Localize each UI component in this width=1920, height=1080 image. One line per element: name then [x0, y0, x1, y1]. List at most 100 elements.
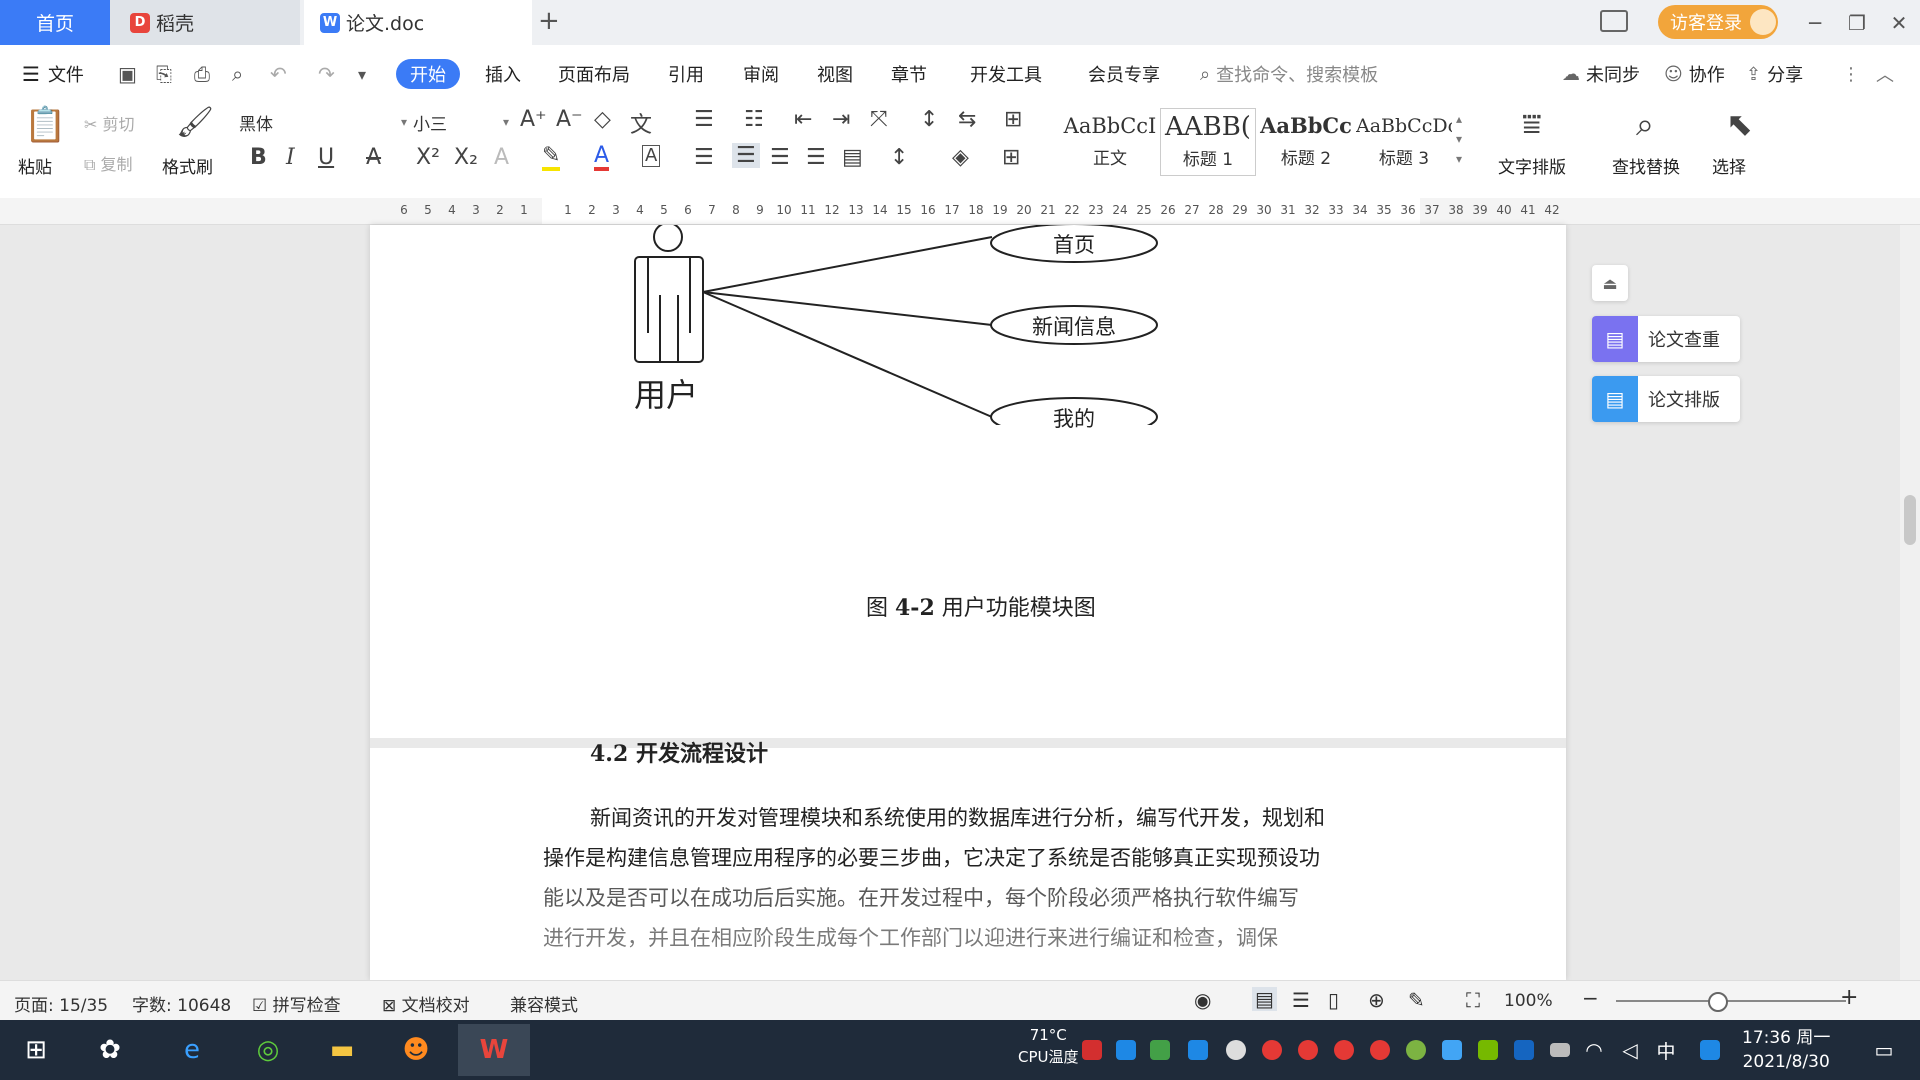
bullet-list-icon[interactable]: ☰ [694, 107, 714, 132]
scrollbar-thumb[interactable] [1904, 495, 1916, 545]
subscript-icon[interactable]: X₂ [454, 145, 478, 170]
web-view-icon[interactable]: ⊕ [1368, 988, 1385, 1012]
save-icon[interactable]: ▣ [118, 45, 137, 103]
word-count[interactable]: 字数: 10648 [132, 991, 231, 1016]
shading-icon[interactable]: ◈ [952, 145, 969, 170]
security-shield-icon[interactable] [1188, 1040, 1208, 1060]
zoom-slider[interactable] [1616, 1000, 1846, 1002]
select-cursor-icon[interactable]: ⬉ [1726, 105, 1753, 143]
shrink-font-icon[interactable]: A⁻ [556, 107, 583, 132]
print-preview-icon[interactable]: ⌕ [232, 45, 243, 103]
text-layout-button[interactable]: 文字排版 [1498, 153, 1566, 178]
game-app-icon[interactable]: ☻ [390, 1028, 442, 1072]
underline-icon[interactable]: U [318, 145, 334, 170]
style-heading-2[interactable]: AaBbCc 标题 2 [1258, 108, 1354, 176]
tab-view[interactable]: 视图 [817, 45, 853, 103]
fit-page-icon[interactable]: ⛶ [1466, 988, 1480, 1012]
table-grid-icon[interactable]: ⊞ [1004, 107, 1022, 132]
proofread-button[interactable]: ⊠ 文档校对 [382, 991, 470, 1016]
tab-daoke[interactable]: D 稻壳 [110, 0, 300, 45]
line-spacing-icon[interactable]: ↕ [890, 145, 908, 170]
cpu-temp-widget[interactable]: 71°C CPU温度 [1018, 1024, 1079, 1068]
find-replace-button[interactable]: 查找替换 [1612, 153, 1680, 178]
font-family-select[interactable]: 黑体 ▾ [238, 106, 408, 138]
style-heading-1[interactable]: AABB( 标题 1 [1160, 108, 1256, 176]
italic-icon[interactable]: I [286, 145, 295, 170]
collaborate-button[interactable]: ☺ 协作 [1664, 45, 1725, 103]
notification-bell-icon[interactable] [1226, 1040, 1246, 1060]
vertical-scrollbar[interactable] [1900, 225, 1920, 980]
app-pinwheel-icon[interactable]: ✿ [84, 1028, 136, 1072]
bluetooth-icon[interactable] [1514, 1040, 1534, 1060]
sync-status-button[interactable]: ☁ 未同步 [1562, 45, 1640, 103]
write-mode-icon[interactable]: ✎ [1408, 988, 1425, 1012]
format-painter-icon[interactable]: 🖌 [176, 105, 214, 140]
more-icon[interactable]: ⋮ [1842, 45, 1860, 103]
new-tab-button[interactable]: + [538, 6, 560, 36]
tray-app-icon[interactable] [1150, 1040, 1170, 1060]
borders-icon[interactable]: ⊞ [1002, 145, 1020, 170]
chinese-layout-icon[interactable]: ⤧ [870, 107, 888, 132]
paper-layout-button[interactable]: ▤ 论文排版 [1592, 376, 1740, 422]
minimize-icon[interactable]: ─ [1800, 8, 1830, 38]
align-left-icon[interactable]: ☰ [694, 145, 714, 170]
numbered-list-icon[interactable]: ☷ [744, 107, 764, 132]
share-button[interactable]: ⇪ 分享 [1746, 45, 1803, 103]
guest-login-button[interactable]: 访客登录 [1658, 5, 1778, 39]
zoom-in-icon[interactable]: + [1840, 985, 1858, 1010]
eye-protection-icon[interactable]: ◉ [1194, 988, 1211, 1012]
tray-app-icon[interactable] [1082, 1040, 1102, 1060]
tab-start[interactable]: 开始 [396, 59, 460, 89]
style-normal[interactable]: AaBbCcI 正文 [1062, 108, 1158, 176]
command-search[interactable]: ⌕ 查找命令、搜索模板 [1200, 45, 1378, 103]
format-painter-button[interactable]: 格式刷 [162, 153, 213, 178]
qq-icon[interactable] [1298, 1040, 1318, 1060]
qq-icon[interactable] [1262, 1040, 1282, 1060]
tab-references[interactable]: 引用 [668, 45, 704, 103]
style-scroll-icon[interactable]: ▴ ▾ ▾ [1456, 109, 1462, 169]
ime-indicator[interactable]: 中 [1646, 1028, 1686, 1072]
windows-start-icon[interactable]: ⊞ [10, 1028, 62, 1072]
increase-indent-icon[interactable]: ⇥ [832, 107, 850, 132]
copy-button[interactable]: ⧉ 复制 [84, 151, 133, 175]
char-border-icon[interactable]: A [642, 145, 661, 167]
zoom-out-icon[interactable]: − [1582, 986, 1599, 1010]
font-color-icon[interactable]: A [594, 145, 610, 171]
tab-review[interactable]: 审阅 [743, 45, 779, 103]
outline-view-icon[interactable]: ☰ [1292, 988, 1310, 1012]
strikethrough-icon[interactable]: A [366, 145, 381, 170]
cut-button[interactable]: ✂ 剪切 [84, 111, 135, 135]
ime-app-icon[interactable] [1700, 1040, 1720, 1060]
tray-app-icon[interactable] [1116, 1040, 1136, 1060]
select-button[interactable]: 选择 [1712, 153, 1746, 178]
align-center-icon[interactable]: ☰ [732, 143, 760, 168]
collapse-ribbon-icon[interactable]: ︿ [1876, 45, 1894, 103]
show-marks-icon[interactable]: ⇆ [958, 107, 976, 132]
font-size-select[interactable]: 小三 ▾ [412, 106, 510, 138]
spell-check-button[interactable]: ☑ 拼写检查 [252, 991, 341, 1016]
text-layout-icon[interactable]: ⩸ [1522, 105, 1541, 144]
tray-app-icon[interactable] [1406, 1040, 1426, 1060]
redo-icon[interactable]: ↷ [318, 45, 335, 103]
qq-icon[interactable] [1334, 1040, 1354, 1060]
bold-icon[interactable]: B [250, 145, 267, 170]
superscript-icon[interactable]: X² [416, 145, 440, 170]
quick-access-dropdown-icon[interactable]: ▾ [358, 45, 366, 103]
volume-icon[interactable]: ◁ [1610, 1028, 1650, 1072]
tab-page-layout[interactable]: 页面布局 [558, 45, 630, 103]
text-effect-icon[interactable]: A [494, 145, 509, 170]
action-center-icon[interactable]: ▭ [1864, 1028, 1904, 1072]
paper-check-button[interactable]: ▤ 论文查重 [1592, 316, 1740, 362]
export-icon[interactable]: ⎘ [156, 45, 172, 103]
align-right-icon[interactable]: ☰ [770, 145, 790, 170]
decrease-indent-icon[interactable]: ⇤ [794, 107, 812, 132]
horizontal-ruler[interactable]: 654321 1 2 3 4 5 6 7 8 9 10 11 12 13 14 15 16 17 18 19 20 21… [0, 198, 1920, 225]
print-icon[interactable]: ⎙ [194, 45, 210, 103]
tab-insert[interactable]: 插入 [485, 45, 521, 103]
undo-icon[interactable]: ↶ [270, 45, 287, 103]
tab-chapter[interactable]: 章节 [891, 45, 927, 103]
battery-icon[interactable] [1550, 1043, 1570, 1057]
highlight-icon[interactable]: ✎ [542, 145, 561, 171]
layout-toggle-icon[interactable] [1600, 10, 1628, 32]
wifi-icon[interactable]: ◠ [1574, 1028, 1614, 1072]
